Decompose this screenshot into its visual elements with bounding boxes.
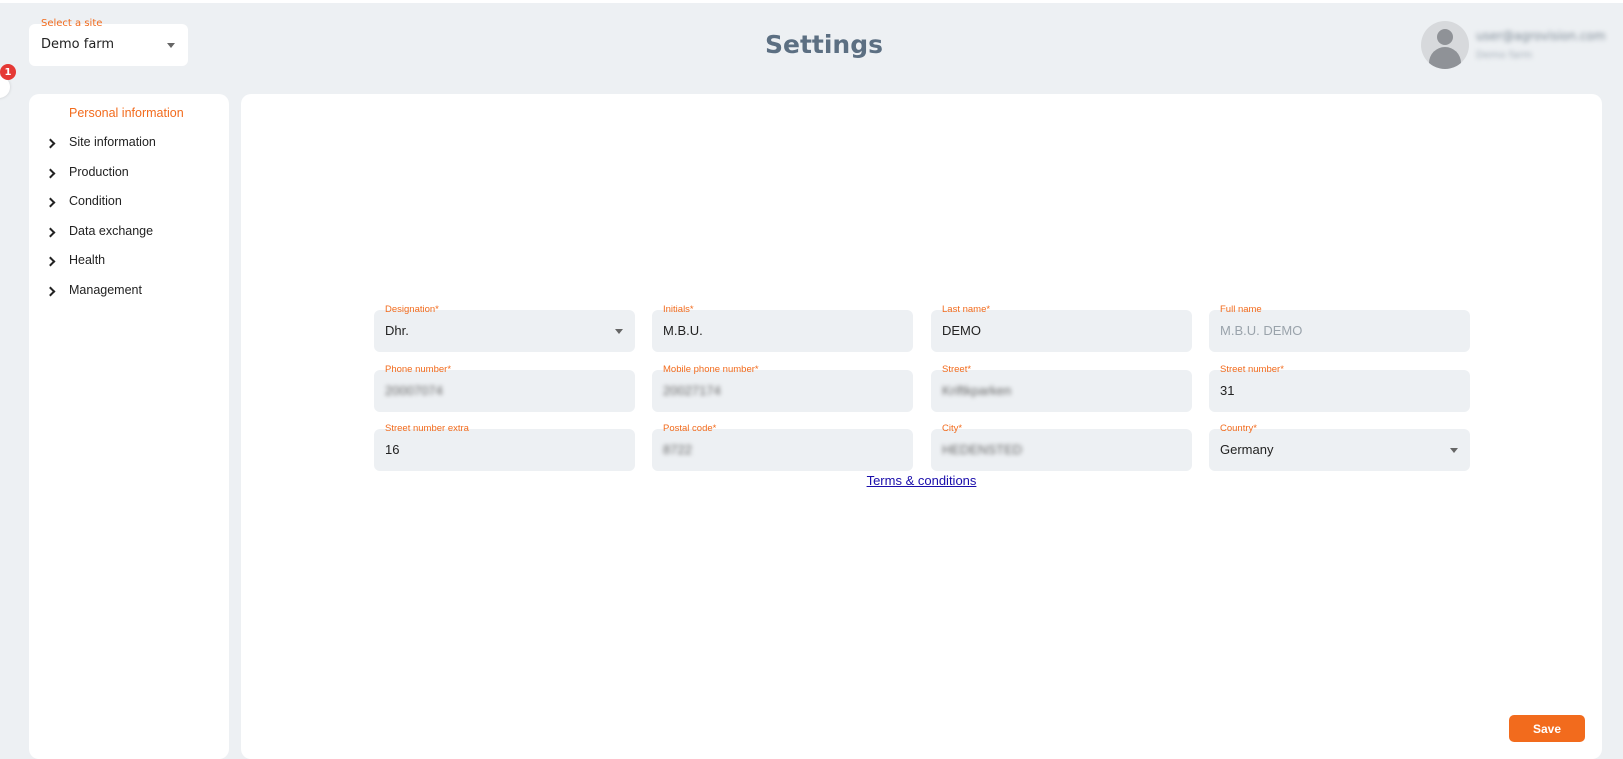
terms-link[interactable]: Terms & conditions: [241, 473, 1602, 488]
city-field[interactable]: City* HEDENSTED: [931, 423, 1192, 471]
field-value: M.B.U.: [663, 323, 703, 338]
chevron-right-icon: [45, 256, 56, 267]
field-value: 20027174: [663, 383, 721, 398]
field-value: Kriftkparken: [942, 383, 1012, 398]
field-value: Germany: [1220, 442, 1274, 457]
top-border: [0, 0, 1623, 3]
mobile-phone-field[interactable]: Mobile phone number* 20027174: [652, 364, 913, 412]
settings-panel: Designation* Dhr. Initials* M.B.U. Last …: [241, 94, 1602, 759]
sidebar-item-label: Management: [69, 283, 142, 297]
initials-field[interactable]: Initials* M.B.U.: [652, 304, 913, 352]
sidebar-item-label: Health: [69, 253, 106, 267]
save-button[interactable]: Save: [1509, 715, 1585, 742]
field-label: Designation*: [385, 304, 439, 315]
field-label: Country*: [1220, 423, 1257, 434]
sidebar-item-production[interactable]: Production: [29, 161, 229, 185]
designation-select[interactable]: Designation* Dhr.: [374, 304, 635, 352]
field-value: 8722: [663, 442, 692, 457]
street-number-field[interactable]: Street number* 31: [1209, 364, 1470, 412]
sidebar-item-data-exchange[interactable]: Data exchange: [29, 220, 229, 244]
postal-code-field[interactable]: Postal code* 8722: [652, 423, 913, 471]
sidebar-item-label: Site information: [69, 135, 156, 149]
sidebar: Personal information Site information Pr…: [29, 94, 229, 759]
field-label: Street number extra: [385, 423, 469, 434]
user-email: user@agrovision.com: [1476, 29, 1606, 43]
chevron-right-icon: [45, 138, 56, 149]
field-label: Phone number*: [385, 364, 452, 375]
field-label: Street*: [942, 364, 972, 375]
sidebar-item-label: Data exchange: [69, 224, 154, 238]
chevron-right-icon: [45, 286, 56, 297]
field-value: M.B.U. DEMO: [1220, 323, 1303, 338]
field-label: City*: [942, 423, 963, 434]
field-label: Full name: [1220, 304, 1262, 315]
chevron-down-icon: [1450, 448, 1458, 453]
field-value: DEMO: [942, 323, 981, 338]
chevron-right-icon: [45, 227, 56, 238]
sidebar-item-label: Condition: [69, 194, 122, 208]
field-value: 20007074: [385, 383, 443, 398]
chevron-down-icon: [615, 329, 623, 334]
sidebar-item-personal-information[interactable]: Personal information: [29, 102, 229, 126]
field-label: Street number*: [1220, 364, 1284, 375]
sidebar-item-management[interactable]: Management: [29, 279, 229, 303]
full-name-field: Full name M.B.U. DEMO: [1209, 304, 1470, 352]
avatar[interactable]: [1421, 21, 1469, 69]
street-field[interactable]: Street* Kriftkparken: [931, 364, 1192, 412]
field-label: Last name*: [942, 304, 991, 315]
country-select[interactable]: Country* Germany: [1209, 423, 1470, 471]
last-name-field[interactable]: Last name* DEMO: [931, 304, 1192, 352]
sidebar-item-site-information[interactable]: Site information: [29, 131, 229, 155]
sidebar-item-label: Production: [69, 165, 129, 179]
field-value: 31: [1220, 383, 1235, 398]
field-value: HEDENSTED: [942, 442, 1023, 457]
field-value: 16: [385, 442, 400, 457]
field-label: Mobile phone number*: [663, 364, 759, 375]
page-title: Settings: [764, 30, 883, 59]
site-select-label: Select a site: [41, 18, 103, 29]
user-icon-body: [1429, 47, 1461, 69]
sidebar-item-health[interactable]: Health: [29, 249, 229, 273]
user-icon: [1437, 29, 1453, 45]
sidebar-item-condition[interactable]: Condition: [29, 190, 229, 214]
field-label: Postal code*: [663, 423, 717, 434]
sidebar-item-label: Personal information: [69, 106, 184, 120]
chevron-right-icon: [45, 197, 56, 208]
notification-badge: 1: [0, 64, 16, 80]
field-value: Dhr.: [385, 323, 409, 338]
user-site: Demo farm: [1476, 50, 1533, 61]
phone-number-field[interactable]: Phone number* 20007074: [374, 364, 635, 412]
chevron-right-icon: [45, 168, 56, 179]
street-number-extra-field[interactable]: Street number extra 16: [374, 423, 635, 471]
field-label: Initials*: [663, 304, 694, 315]
